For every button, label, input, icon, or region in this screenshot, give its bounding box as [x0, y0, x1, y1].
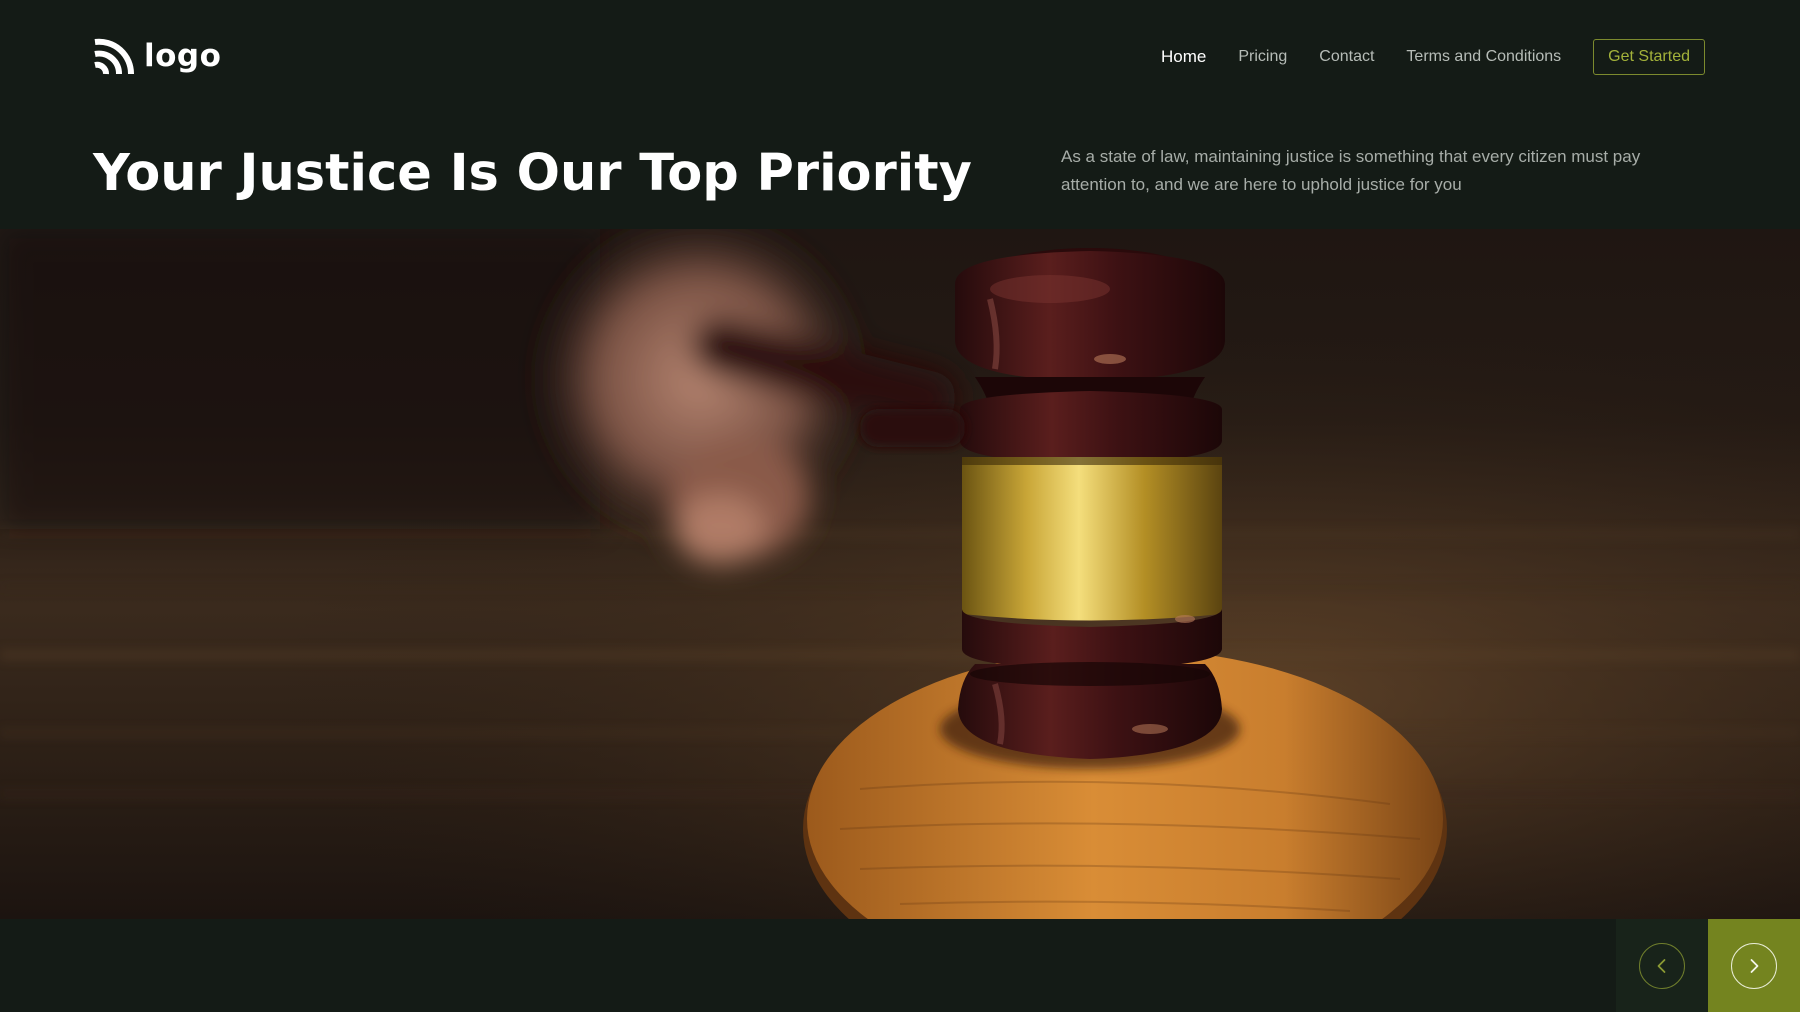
nav-link-home[interactable]: Home [1161, 47, 1206, 67]
hero-title: Your Justice Is Our Top Priority [93, 144, 972, 203]
slider-prev-button[interactable] [1616, 919, 1708, 1012]
slider-next-button[interactable] [1708, 919, 1800, 1012]
brand-logo[interactable]: logo [92, 34, 221, 78]
hero-description: As a state of law, maintaining justice i… [1061, 147, 1641, 194]
nav-link-terms[interactable]: Terms and Conditions [1406, 48, 1561, 66]
site-header: logo Home Pricing Contact Terms and Cond… [0, 0, 1800, 114]
slider-controls [0, 919, 1800, 1012]
main-nav: Home Pricing Contact Terms and Condition… [1161, 38, 1705, 76]
prev-circle [1639, 942, 1685, 989]
gavel-image [0, 229, 1800, 919]
next-circle [1731, 942, 1777, 989]
nav-link-pricing[interactable]: Pricing [1238, 48, 1287, 66]
get-started-button[interactable]: Get Started [1593, 39, 1705, 75]
logo-icon [94, 38, 134, 75]
chevron-right-icon [1750, 958, 1759, 973]
hero-image [0, 229, 1800, 919]
logo-text: logo [144, 38, 222, 74]
nav-link-contact[interactable]: Contact [1319, 48, 1374, 66]
chevron-left-icon [1657, 958, 1666, 973]
